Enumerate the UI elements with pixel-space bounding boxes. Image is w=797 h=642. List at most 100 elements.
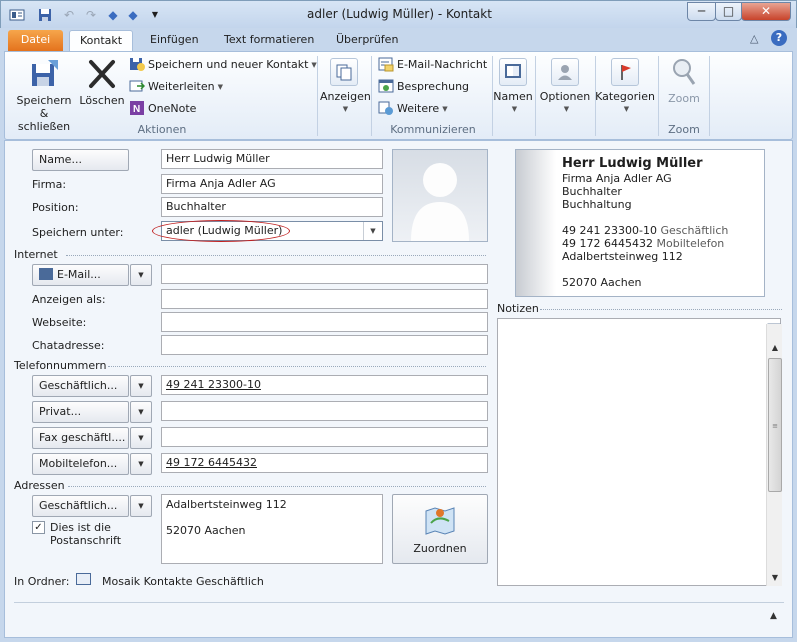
minimize-button[interactable]: ─ [687, 2, 716, 21]
save-close-button[interactable]: Speichern & schließen [13, 58, 75, 133]
expand-people-pane-icon[interactable]: ▲ [770, 611, 777, 621]
map-icon [425, 507, 455, 535]
svg-text:N: N [133, 104, 140, 115]
forward-icon [129, 78, 146, 94]
notes-scrollbar[interactable]: ▲ ≡ ▼ [766, 324, 782, 586]
help-icon[interactable]: ? [771, 30, 787, 46]
email-field[interactable] [161, 264, 488, 284]
group-separator [371, 56, 372, 136]
section-divider [66, 255, 486, 256]
zoom-button[interactable]: Zoom [660, 56, 708, 105]
magnifier-icon [673, 59, 696, 85]
phone-private-field[interactable] [161, 401, 488, 421]
card-department: Buchhaltung [562, 198, 632, 211]
phone-private-dropdown[interactable]: ▼ [130, 401, 152, 423]
webseite-label: Webseite: [32, 316, 87, 329]
tab-kontakt[interactable]: Kontakt [69, 30, 133, 52]
position-field[interactable]: Buchhalter [161, 197, 383, 217]
position-label: Position: [32, 201, 79, 214]
phone-private-button[interactable]: Privat... [32, 401, 129, 423]
section-divider [108, 366, 486, 367]
phone-business-field[interactable]: 49 241 23300-10 [161, 375, 488, 395]
contact-photo[interactable] [392, 149, 488, 242]
phone-fax-field[interactable] [161, 427, 488, 447]
postal-address-checkbox[interactable]: ✓ [32, 521, 45, 534]
tab-ueberpruefen[interactable]: Überprüfen [326, 30, 408, 52]
optionen-button[interactable]: Optionen ▼ [537, 58, 593, 116]
email-message-button[interactable]: E-Mail-Nachricht [378, 55, 487, 75]
card-phone-mobile: 49 172 6445432 Mobiltelefon [562, 237, 725, 250]
phone-mobile-field[interactable]: 49 172 6445432 [161, 453, 488, 473]
card-phone-business: 49 241 23300-10 Geschäftlich [562, 224, 729, 237]
card-job: Buchhalter [562, 185, 622, 198]
business-card[interactable]: Herr Ludwig Müller Firma Anja Adler AG B… [515, 149, 765, 297]
address-field[interactable]: Adalbertsteinweg 112 52070 Aachen [161, 494, 383, 564]
scroll-down-arrow[interactable]: ▼ [767, 570, 783, 586]
forward-button[interactable]: Weiterleiten ▼ [129, 77, 223, 97]
card-name: Herr Ludwig Müller [562, 156, 703, 171]
in-ordner-value[interactable]: Mosaik Kontakte Geschäftlich [102, 575, 264, 588]
close-button[interactable]: ✕ [741, 2, 791, 21]
email-dropdown[interactable]: ▼ [130, 264, 152, 286]
notes-field[interactable] [497, 318, 781, 586]
webseite-field[interactable] [161, 312, 488, 332]
phone-mobile-dropdown[interactable]: ▼ [130, 453, 152, 475]
group-separator [658, 56, 659, 136]
group-label-zoom: Zoom [668, 123, 700, 136]
anzeigen-als-field[interactable] [161, 289, 488, 309]
tab-text-formatieren[interactable]: Text formatieren [214, 30, 324, 52]
address-type-button[interactable]: Geschäftlich... [32, 495, 129, 517]
maximize-button[interactable]: □ [715, 2, 742, 21]
group-label-kommunizieren: Kommunizieren [390, 123, 476, 136]
firma-label: Firma: [32, 178, 67, 191]
tab-einfuegen[interactable]: Einfügen [140, 30, 209, 52]
telefon-section-title: Telefonnummern [14, 359, 107, 372]
delete-icon [89, 60, 115, 88]
onenote-icon: N [129, 100, 145, 116]
firma-field[interactable]: Firma Anja Adler AG [161, 174, 383, 194]
group-separator [709, 56, 710, 136]
tab-datei[interactable]: Datei [8, 30, 63, 52]
card-company: Firma Anja Adler AG [562, 172, 672, 185]
more-button[interactable]: Weitere ▼ [378, 99, 448, 119]
card-city: 52070 Aachen [562, 276, 642, 289]
name-field[interactable]: Herr Ludwig Müller [161, 149, 383, 169]
save-close-icon [32, 60, 58, 86]
title-bar: ↶ ↷ ◆ ◆ ▼ adler (Ludwig Müller) - Kontak… [0, 0, 797, 28]
card-image-strip [516, 150, 556, 296]
onenote-button[interactable]: N OneNote [129, 99, 196, 119]
kategorien-button[interactable]: Kategorien ▼ [595, 58, 655, 116]
address-type-dropdown[interactable]: ▼ [130, 495, 152, 517]
chatadresse-label: Chatadresse: [32, 339, 105, 352]
phone-fax-button[interactable]: Fax geschäftl.... [32, 427, 129, 449]
address-book-icon [39, 268, 53, 280]
section-divider [540, 309, 782, 310]
section-divider [68, 486, 486, 487]
in-ordner-label: In Ordner: [14, 575, 70, 588]
map-it-button[interactable]: Zuordnen [392, 494, 488, 564]
more-icon [378, 100, 394, 116]
namen-button[interactable]: Namen ▼ [493, 58, 533, 116]
anzeigen-icon [330, 58, 358, 86]
anzeigen-als-label: Anzeigen als: [32, 293, 106, 306]
delete-button[interactable]: Löschen [77, 58, 127, 107]
chatadresse-field[interactable] [161, 335, 488, 355]
email-icon [378, 56, 394, 72]
name-button[interactable]: Name... [32, 149, 129, 171]
anzeigen-button[interactable]: Anzeigen ▼ [320, 58, 371, 116]
meeting-button[interactable]: Besprechung [378, 77, 469, 97]
email-button[interactable]: E-Mail... [32, 264, 129, 286]
speichern-dropdown-arrow[interactable]: ▼ [363, 222, 382, 240]
scroll-up-arrow[interactable]: ▲ [767, 340, 783, 356]
save-new-icon [129, 56, 145, 72]
group-separator [317, 56, 318, 136]
collapse-ribbon-icon[interactable]: △ [750, 32, 758, 45]
phone-fax-dropdown[interactable]: ▼ [130, 427, 152, 449]
ribbon-tabs: Datei Kontakt Einfügen Text formatieren … [0, 28, 797, 52]
phone-business-dropdown[interactable]: ▼ [130, 375, 152, 397]
notizen-label: Notizen [497, 302, 539, 315]
save-new-contact-button[interactable]: Speichern und neuer Kontakt ▼ [129, 55, 317, 75]
phone-mobile-button[interactable]: Mobiltelefon... [32, 453, 129, 475]
internet-section-title: Internet [14, 248, 58, 261]
phone-business-button[interactable]: Geschäftlich... [32, 375, 129, 397]
